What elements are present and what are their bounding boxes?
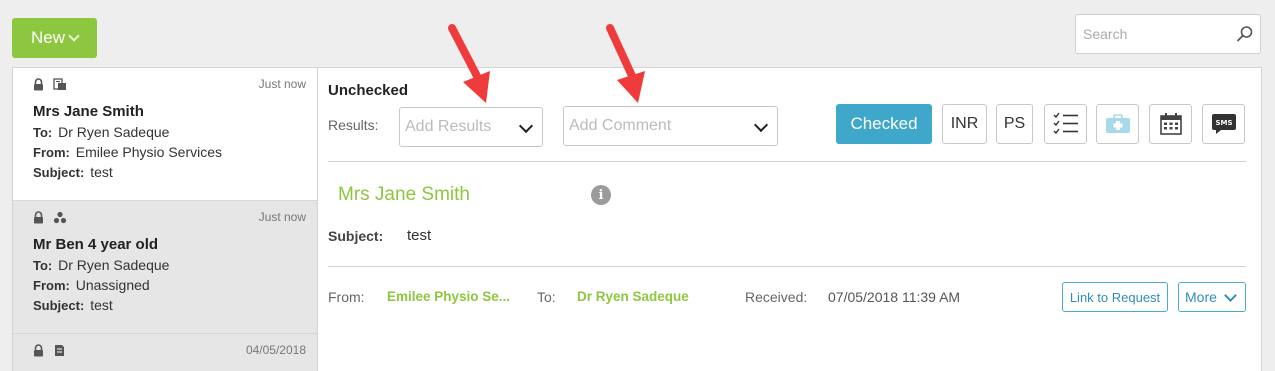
message-time: Just now <box>258 210 306 224</box>
link-to-request-button[interactable]: Link to Request <box>1062 282 1168 312</box>
more-button[interactable]: More <box>1178 282 1246 312</box>
document-icon <box>53 77 66 90</box>
lock-icon <box>34 210 43 223</box>
add-comment-dropdown[interactable]: Add Comment <box>563 106 778 146</box>
received-value: 07/05/2018 11:39 AM <box>828 289 961 305</box>
inr-button[interactable]: INR <box>942 104 987 144</box>
sms-icon: SMS <box>1211 114 1236 134</box>
divider <box>328 161 1246 162</box>
sms-button[interactable]: SMS <box>1202 104 1245 144</box>
search-box <box>1075 14 1261 54</box>
add-comment-placeholder: Add Comment <box>569 117 672 134</box>
message-subject: Subject: test <box>33 164 305 180</box>
message-time: Just now <box>258 77 306 91</box>
to-label: To: <box>537 289 556 305</box>
chevron-down-icon <box>518 118 534 134</box>
list-item[interactable]: 04/05/2018 <box>13 334 317 371</box>
message-to: To: Dr Ryen Sadeque <box>33 257 305 273</box>
inbox-panel: Just now Mrs Jane Smith To: Dr Ryen Sade… <box>12 67 1262 371</box>
calendar-button[interactable] <box>1149 104 1192 144</box>
add-results-placeholder: Add Results <box>405 118 492 135</box>
patient-name[interactable]: Mrs Jane Smith <box>338 184 470 206</box>
medical-kit-icon <box>1105 114 1130 133</box>
from-value[interactable]: Emilee Physio Se... <box>387 289 510 304</box>
message-subject: Subject: test <box>33 297 305 313</box>
subject-label: Subject: <box>33 298 85 313</box>
chevron-down-icon <box>68 30 80 42</box>
note-icon <box>55 344 64 356</box>
message-time: 04/05/2018 <box>245 343 306 357</box>
annotation-arrow <box>448 24 490 103</box>
new-button[interactable]: New <box>12 18 97 58</box>
ps-button[interactable]: PS <box>996 104 1033 144</box>
sms-icon-text: SMS <box>1215 119 1232 127</box>
from-label: From: <box>33 278 70 293</box>
chevron-down-icon <box>753 117 769 133</box>
to-label: To: <box>33 125 53 140</box>
subject-value: test <box>407 227 432 244</box>
more-button-label: More <box>1185 289 1217 305</box>
checklist-button[interactable] <box>1044 104 1087 144</box>
calendar-icon <box>1159 113 1182 135</box>
checked-button[interactable]: Checked <box>836 104 932 144</box>
message-patient-name: Mr Ben 4 year old <box>33 236 159 253</box>
to-value: Dr Ryen Sadeque <box>58 257 170 273</box>
to-value: Dr Ryen Sadeque <box>58 124 170 140</box>
message-detail: Unchecked Results: Add Results Add Comme… <box>318 68 1261 371</box>
new-button-label: New <box>30 28 65 47</box>
message-patient-name: Mrs Jane Smith <box>33 103 144 120</box>
chevron-down-icon <box>1224 289 1237 302</box>
search-icon[interactable] <box>1236 25 1254 43</box>
subject-value: test <box>90 297 113 313</box>
message-to: To: Dr Ryen Sadeque <box>33 124 305 140</box>
status-title: Unchecked <box>328 82 409 99</box>
radiation-icon <box>53 211 67 223</box>
received-label: Received: <box>745 289 808 305</box>
checklist-icon <box>1053 112 1078 135</box>
subject-label: Subject: <box>33 165 85 180</box>
to-value[interactable]: Dr Ryen Sadeque <box>577 289 689 304</box>
medical-kit-button[interactable] <box>1096 104 1139 144</box>
from-label: From: <box>33 145 70 160</box>
from-value: Unassigned <box>75 277 150 293</box>
message-from: From: Unassigned <box>33 277 305 293</box>
lock-icon <box>34 77 43 90</box>
list-item[interactable]: Just now Mr Ben 4 year old To: Dr Ryen S… <box>13 201 317 334</box>
info-icon[interactable]: i <box>591 185 611 205</box>
annotation-arrow <box>606 24 645 103</box>
from-label: From: <box>328 289 365 305</box>
subject-label: Subject: <box>328 228 384 244</box>
list-item[interactable]: Just now Mrs Jane Smith To: Dr Ryen Sade… <box>13 68 317 201</box>
divider <box>328 266 1246 267</box>
from-value: Emilee Physio Services <box>75 144 223 160</box>
message-from: From: Emilee Physio Services <box>33 144 305 160</box>
lock-icon <box>34 343 43 356</box>
add-results-dropdown[interactable]: Add Results <box>399 107 543 147</box>
message-list: Just now Mrs Jane Smith To: Dr Ryen Sade… <box>13 68 318 371</box>
to-label: To: <box>33 258 53 273</box>
search-input[interactable] <box>1076 15 1226 53</box>
results-label: Results: <box>328 117 379 133</box>
subject-value: test <box>90 164 113 180</box>
